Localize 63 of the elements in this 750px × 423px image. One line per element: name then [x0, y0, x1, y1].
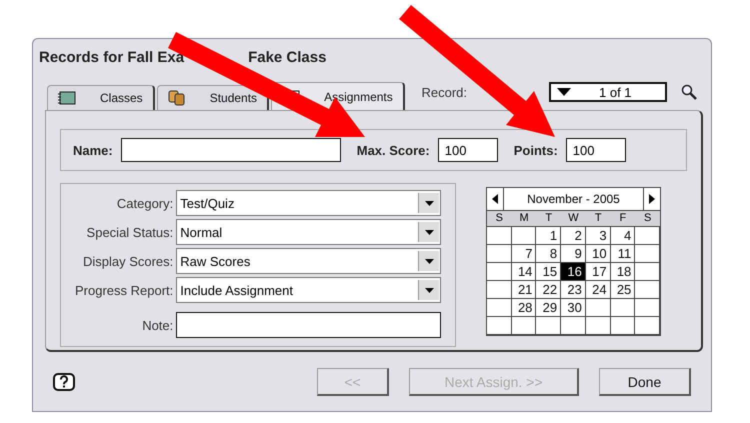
note-field[interactable] — [176, 312, 441, 338]
weekday-label: S — [635, 211, 660, 227]
dropdown[interactable]: Test/Quiz — [176, 190, 441, 216]
calendar-day[interactable]: 22 — [536, 281, 562, 299]
calendar-day[interactable]: 28 — [512, 299, 536, 317]
weekday-label: T — [586, 211, 611, 227]
record-label: Record: — [421, 84, 467, 100]
calendar-day[interactable]: 7 — [512, 245, 536, 263]
calendar-day[interactable]: 1 — [536, 227, 562, 245]
field-label: Progress Report: — [75, 282, 174, 298]
calendar-day[interactable]: 9 — [561, 245, 586, 263]
dropdown[interactable]: Include Assignment — [176, 277, 441, 303]
calendar-day[interactable]: 25 — [610, 281, 636, 299]
left-triangle-icon — [492, 194, 498, 204]
calendar-day[interactable]: 24 — [586, 281, 611, 299]
calendar-day[interactable]: 30 — [561, 299, 586, 317]
tab[interactable]: Classes — [47, 85, 155, 110]
input-field[interactable]: 100 — [566, 138, 626, 162]
field-label: Special Status: — [86, 224, 174, 240]
calendar-day[interactable]: 8 — [536, 245, 562, 263]
calendar-day[interactable]: 10 — [586, 245, 611, 263]
calendar-day[interactable]: 21 — [512, 281, 536, 299]
faces-icon — [168, 90, 186, 106]
calendar-day[interactable]: 14 — [512, 263, 536, 281]
calendar-day[interactable]: 11 — [610, 245, 636, 263]
done-button[interactable]: Done — [599, 368, 691, 396]
input-field[interactable] — [120, 138, 341, 162]
weekday-label: M — [512, 211, 536, 227]
search-icon[interactable] — [681, 84, 697, 100]
calendar-day[interactable]: 23 — [561, 281, 586, 299]
field-label: Note: — [141, 316, 174, 332]
calendar-day[interactable]: 4 — [610, 227, 636, 245]
weekday-label: T — [536, 211, 562, 227]
dropdown-triangle-icon — [424, 258, 434, 264]
calendar-day[interactable]: 29 — [536, 299, 562, 317]
dropdown[interactable]: Raw Scores — [176, 248, 441, 274]
calendar-day[interactable]: 15 — [536, 263, 562, 281]
dropdown-triangle-icon — [424, 288, 434, 292]
notebook-icon — [58, 91, 76, 105]
field-label: Category: — [116, 196, 174, 210]
input-field[interactable]: 100 — [438, 138, 498, 162]
weekday-label: F — [610, 211, 636, 227]
calendar-day[interactable]: 2 — [561, 227, 586, 245]
window-title: Records for Fall Exa — [39, 49, 184, 66]
weekday-label: S — [487, 211, 512, 227]
weekday-label: W — [561, 211, 586, 227]
record-dropdown[interactable]: 1 of 1 — [549, 82, 667, 102]
dropdown-triangle-icon — [557, 88, 571, 96]
dropdown-triangle-icon — [424, 230, 434, 234]
calendar-day[interactable]: 16 — [561, 263, 586, 281]
window-title: Fake Class — [248, 49, 326, 66]
dropdown[interactable]: Normal — [176, 219, 441, 245]
tab[interactable]: Students — [156, 85, 270, 110]
field-label: Max. Score: — [356, 142, 430, 158]
calendar-day[interactable]: 18 — [610, 263, 636, 281]
calendar-day[interactable]: 3 — [586, 227, 611, 245]
field-label: Points: — [514, 142, 558, 158]
field-label: Name: — [73, 142, 113, 158]
calendar-day[interactable]: 17 — [586, 263, 611, 281]
dropdown-triangle-icon — [424, 200, 434, 206]
help-icon[interactable] — [53, 373, 75, 391]
field-label: Display Scores: — [82, 254, 174, 268]
right-triangle-icon — [649, 194, 655, 204]
